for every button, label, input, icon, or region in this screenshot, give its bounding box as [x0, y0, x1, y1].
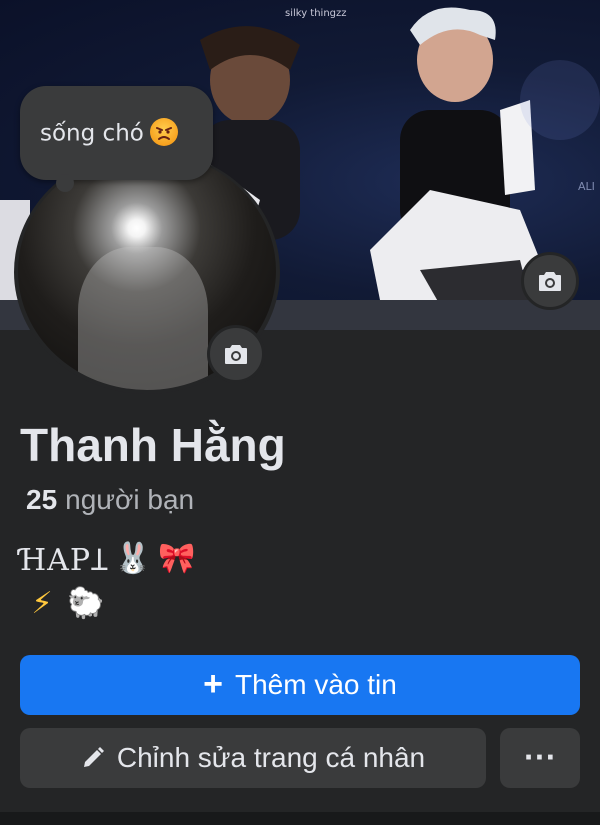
profile-page: silky thingzz ALI sống chó Thanh Hằng 25…	[0, 0, 600, 825]
cover-watermark: silky thingzz	[285, 8, 347, 19]
friends-count-label: người bạn	[65, 484, 195, 515]
friends-count-number: 25	[26, 484, 58, 515]
angry-face-icon	[149, 118, 178, 146]
add-to-story-button[interactable]: + Thêm vào tin	[20, 655, 580, 715]
camera-icon	[225, 345, 247, 364]
add-to-story-label: Thêm vào tin	[235, 669, 397, 700]
avatar-figure	[78, 247, 208, 390]
bio-line-1: ꞪAPꞱ 🐰 🎀	[20, 538, 197, 579]
edit-profile-button[interactable]: Chỉnh sửa trang cá nhân	[20, 728, 486, 788]
friends-count[interactable]: 25 người bạn	[26, 484, 194, 516]
bio-line-2: ⚡ 🐑	[22, 584, 106, 624]
section-divider	[0, 812, 600, 825]
edit-profile-label: Chỉnh sửa trang cá nhân	[116, 742, 426, 773]
rabbit-icon: 🐰	[114, 540, 152, 576]
sheep-icon: 🐑	[67, 586, 105, 621]
profile-note[interactable]: sống chó	[20, 86, 213, 192]
ribbon-icon: 🎀	[158, 540, 196, 576]
camera-icon	[539, 272, 561, 291]
bio-text: ꞪAPꞱ	[20, 543, 109, 578]
note-text-row: sống chó	[40, 118, 178, 148]
pencil-icon	[81, 746, 105, 770]
profile-name: Thanh Hằng	[20, 419, 286, 471]
cover-side-text: ALI	[578, 180, 595, 193]
note-text: sống chó	[40, 120, 144, 147]
cover-camera-button[interactable]	[521, 252, 579, 310]
more-options-button[interactable]: ···	[500, 728, 580, 788]
avatar-camera-button[interactable]	[207, 325, 265, 383]
plus-icon: +	[203, 664, 223, 703]
lightning-icon: ⚡	[31, 586, 53, 621]
more-icon: ···	[523, 743, 557, 773]
